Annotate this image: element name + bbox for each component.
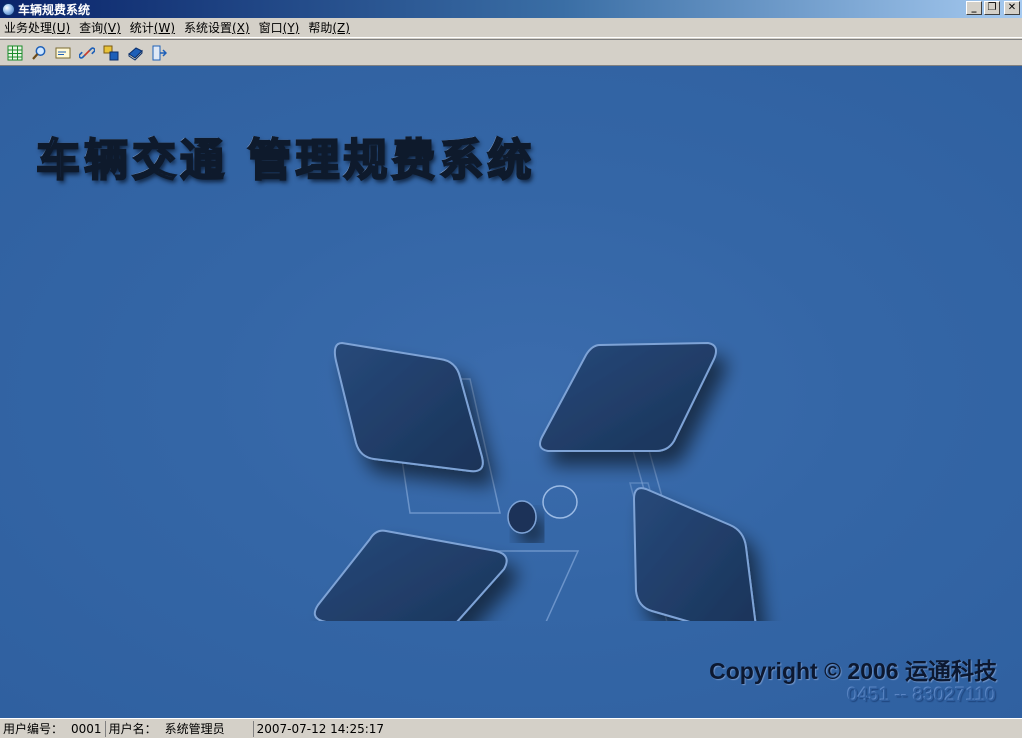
search-icon [32, 45, 46, 60]
toolbar-card-button[interactable] [52, 42, 74, 64]
toolbar-book-button[interactable] [124, 42, 146, 64]
toolbar [0, 39, 1022, 66]
status-bar: 用户编号： 0001 用户名： 系统管理员 2007-07-12 14:25:17 [0, 718, 1022, 738]
spreadsheet-icon [7, 45, 23, 60]
menu-business[interactable]: 业务处理(U) [0, 19, 75, 36]
banner-title: 车辆交通 管理规费系统 [35, 134, 536, 187]
windows-icon [103, 45, 119, 60]
app-window: 车辆规费系统 _ ❐ ✕ 业务处理(U) 查询(V) 统计(W) 系统设置(X)… [0, 0, 1022, 738]
toolbar-windows-button[interactable] [100, 42, 122, 64]
toolbar-exit-button[interactable] [148, 42, 170, 64]
exit-icon [152, 45, 167, 60]
menu-statistics[interactable]: 统计(W) [126, 19, 180, 36]
menu-settings[interactable]: 系统设置(X) [180, 19, 255, 36]
status-user-id: 用户编号： 0001 [0, 720, 106, 737]
company-logo [313, 341, 757, 621]
minimize-button[interactable]: _ [966, 1, 982, 15]
card-icon [55, 47, 71, 58]
main-background: 车辆交通 管理规费系统 Copyright © 2006 运通科技 0451 -… [0, 66, 1022, 718]
menu-query[interactable]: 查询(V) [75, 19, 126, 36]
restore-button[interactable]: ❐ [984, 1, 1000, 15]
status-datetime: 2007-07-12 14:25:17 [256, 721, 385, 736]
menu-window[interactable]: 窗口(Y) [255, 19, 305, 36]
copyright-text: Copyright © 2006 运通科技 [709, 658, 997, 684]
status-user-name: 用户名： 系统管理员 [106, 720, 254, 737]
title-bar[interactable]: 车辆规费系统 _ ❐ ✕ [0, 0, 1022, 18]
app-icon[interactable] [2, 2, 15, 16]
book-icon [128, 46, 143, 61]
window-controls: _ ❐ ✕ [966, 1, 1020, 15]
phone-number: 0451 -- 83027110 [847, 685, 996, 706]
toolbar-spreadsheet-button[interactable] [4, 42, 26, 64]
toolbar-search-button[interactable] [28, 42, 50, 64]
window-title: 车辆规费系统 [18, 2, 91, 17]
close-button[interactable]: ✕ [1004, 1, 1020, 15]
menu-bar: 业务处理(U) 查询(V) 统计(W) 系统设置(X) 窗口(Y) 帮助(Z) [0, 18, 1022, 38]
menu-help[interactable]: 帮助(Z) [304, 19, 355, 36]
link-icon [79, 46, 95, 59]
toolbar-link-button[interactable] [76, 42, 98, 64]
